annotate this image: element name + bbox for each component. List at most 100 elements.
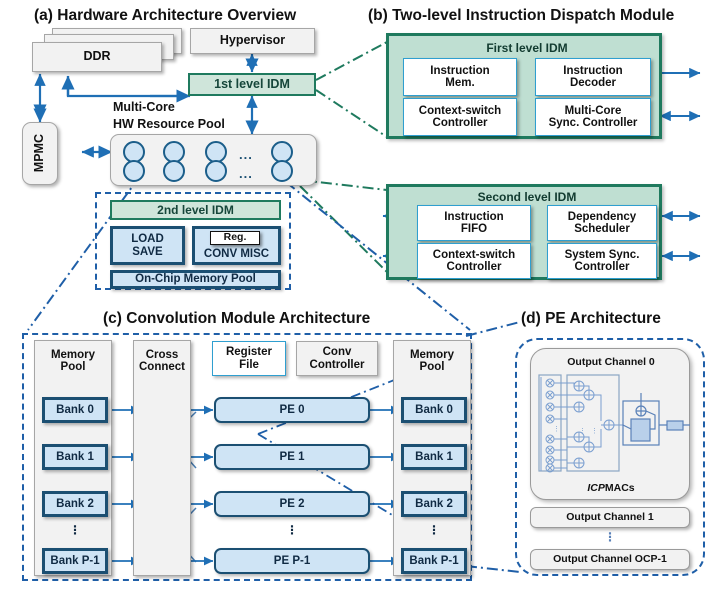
macs-label: MACs [604, 482, 635, 495]
hw-resource-pool-label: HW Resource Pool [113, 117, 225, 131]
header-line2: Pool [419, 361, 445, 373]
hypervisor-label: Hypervisor [219, 33, 286, 48]
second-level-idm-label: 2nd level IDM [157, 202, 234, 217]
load-label: LOAD [131, 233, 164, 246]
svg-text:⋮: ⋮ [579, 428, 586, 435]
cell-line2: Controller [432, 117, 488, 129]
hypervisor-block: Hypervisor [190, 28, 315, 54]
bank-label: Bank 1 [56, 450, 94, 463]
icp-label: ICP [587, 482, 605, 495]
idm-cell-instruction-mem: Instruction Mem. [403, 58, 517, 96]
output-channel-last-block: Output Channel OCP-1 [530, 549, 690, 570]
conv-misc-label: CONV MISC [203, 247, 270, 260]
idm-cell-instruction-decoder: Instruction Decoder [535, 58, 651, 96]
cell-line2: Controller [574, 261, 630, 273]
save-label: SAVE [132, 245, 163, 258]
svg-text:⋮: ⋮ [553, 426, 560, 433]
core-row-ellipsis: ... [239, 147, 253, 162]
right-bank-ellipsis: ⋮ [428, 523, 440, 538]
mac-array-schematic: ⋮ ⋮ ⋮ [538, 374, 690, 473]
bank-label: Bank 2 [415, 497, 453, 510]
icp-macs-caption: ICP MACs [531, 481, 691, 497]
cell-line1: Instruction [444, 210, 504, 223]
pe-p-1: PE P-1 [214, 548, 370, 574]
idm-cell-dependency-scheduler: Dependency Scheduler [547, 205, 657, 241]
header-line2: Pool [60, 361, 86, 373]
col-header-memory-pool-right: Memory Pool [393, 344, 471, 378]
panel-d-title: (d) PE Architecture [521, 310, 661, 327]
panel-b-title: (b) Two-level Instruction Dispatch Modul… [368, 7, 675, 24]
cell-line2: Scheduler [574, 223, 630, 235]
mpmc-block: MPMC [22, 122, 58, 185]
col-header-cross-connect: Cross Connect [133, 344, 191, 378]
conv-misc-block: Reg. CONV MISC [192, 226, 281, 265]
first-level-idm-panel: First level IDM Instruction Mem. Instruc… [386, 33, 662, 139]
cell-line1: System Sync. [564, 248, 640, 261]
output-channel-1-block: Output Channel 1 [530, 507, 690, 528]
panel-c-title: (c) Convolution Module Architecture [103, 310, 371, 327]
cell-line1: Multi-Core [564, 104, 622, 117]
hw-resource-pool-block: ... ... [110, 134, 317, 186]
idm-cell-system-sync-controller: System Sync. Controller [547, 243, 657, 279]
right-bank-0: Bank 0 [401, 397, 467, 423]
bank-label: Bank 0 [56, 403, 94, 416]
cell-line2: Decoder [569, 77, 617, 89]
cell-line2: Sync. Controller [548, 117, 638, 129]
header-line2: Controller [309, 358, 365, 371]
output-channel-0-title-wrap: Output Channel 0 [531, 355, 691, 371]
bank-label: Bank P-1 [409, 554, 459, 567]
pe-label: PE 1 [279, 450, 305, 463]
pe-label: PE 2 [279, 497, 305, 510]
cell-line1: Instruction [563, 64, 623, 77]
left-bank-1: Bank 1 [42, 444, 108, 470]
ddr-label: DDR [83, 49, 111, 64]
cell-line1: Context-switch [418, 104, 502, 117]
idm-cell-context-switch-controller-2: Context-switch Controller [417, 243, 531, 279]
reg-label: Reg. [223, 231, 247, 244]
bank-label: Bank P-1 [50, 554, 100, 567]
cell-line1: Dependency [567, 210, 637, 223]
multicore-label: Multi-Core [113, 100, 175, 114]
output-channel-1-label: Output Channel 1 [566, 510, 654, 523]
left-bank-0: Bank 0 [42, 397, 108, 423]
core-row-ellipsis: ... [239, 166, 253, 181]
panel-a-title: (a) Hardware Architecture Overview [34, 7, 297, 24]
col-header-memory-pool-left: Memory Pool [34, 344, 112, 378]
pe-ellipsis: ⋮ [286, 523, 298, 538]
idm-cell-multicore-sync-controller: Multi-Core Sync. Controller [535, 98, 651, 136]
first-level-idm-label: 1st level IDM [214, 76, 290, 91]
cell-line1: Instruction [430, 64, 490, 77]
cell-line2: Controller [446, 261, 502, 273]
core-circle [205, 160, 227, 182]
left-bank-2: Bank 2 [42, 491, 108, 517]
core-circle [271, 160, 293, 182]
ddr-block: DDR [32, 42, 162, 72]
cell-line2: FIFO [460, 223, 488, 235]
reg-block: Reg. [210, 231, 260, 245]
right-bank-p-1: Bank P-1 [401, 548, 467, 574]
header-line1: Cross [145, 348, 179, 361]
conv-controller-block: Conv Controller [296, 341, 378, 376]
header-line1: Conv [322, 346, 352, 359]
output-channel-last-label: Output Channel OCP-1 [553, 552, 667, 565]
bank-label: Bank 2 [56, 497, 94, 510]
svg-text:⋮: ⋮ [591, 428, 598, 435]
second-level-idm-block: 2nd level IDM [110, 200, 281, 220]
core-circle [123, 160, 145, 182]
mpmc-label: MPMC [32, 134, 47, 173]
bank-label: Bank 0 [415, 403, 453, 416]
output-channel-ellipsis: ⋮ [604, 530, 616, 545]
bank-label: Bank 1 [415, 450, 453, 463]
header-line2: File [239, 358, 259, 371]
header-line1: Register [225, 346, 273, 359]
header-line1: Memory [409, 348, 455, 361]
pe-2: PE 2 [214, 491, 370, 517]
cell-line1: Context-switch [432, 248, 516, 261]
conv-misc-label-wrap: CONV MISC [195, 246, 278, 262]
on-chip-memory-pool-label: On-Chip Memory Pool [135, 273, 256, 286]
pe-label: PE 0 [279, 403, 305, 416]
header-line1: Memory [50, 348, 96, 361]
pe-0: PE 0 [214, 397, 370, 423]
second-level-idm-panel: Second level IDM Instruction FIFO Depend… [386, 184, 662, 280]
first-level-idm-header: First level IDM [486, 41, 568, 55]
